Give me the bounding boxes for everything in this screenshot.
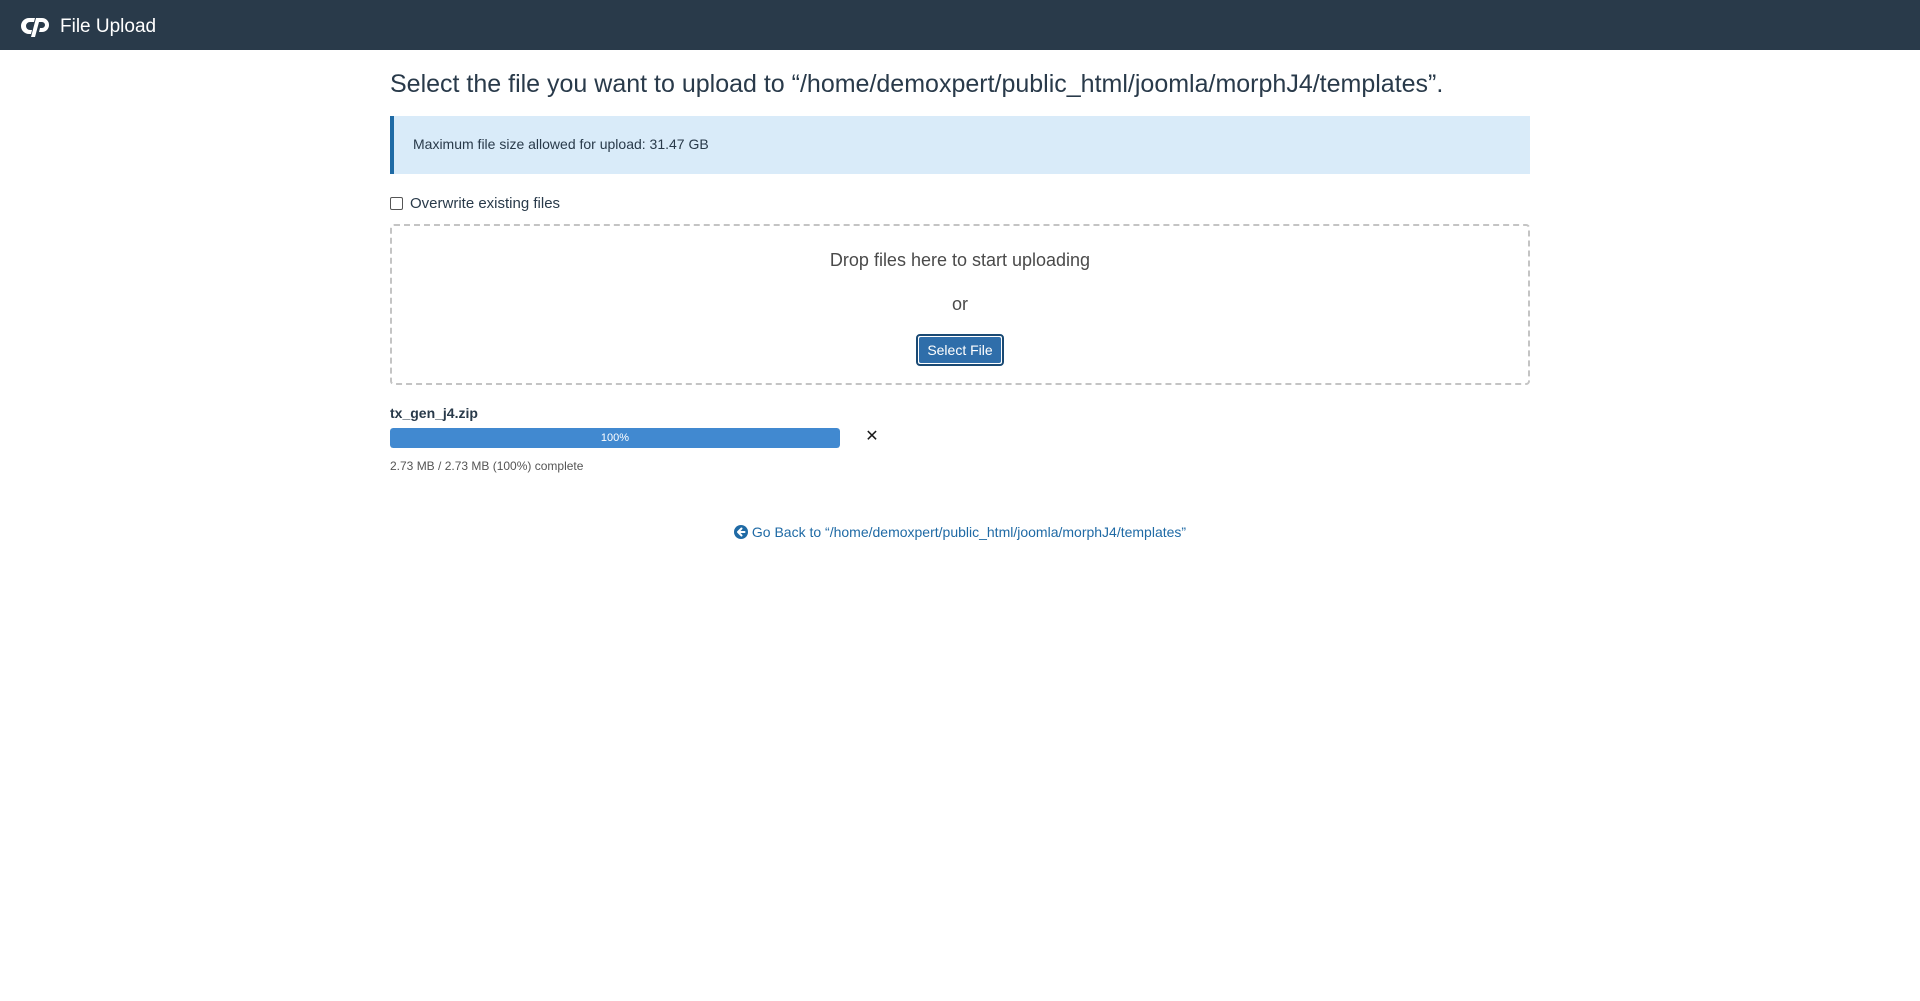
info-alert: Maximum file size allowed for upload: 31… xyxy=(390,116,1530,174)
drop-zone-or-text: or xyxy=(951,294,968,314)
select-file-button[interactable]: Select File xyxy=(916,334,1004,366)
app-title: File Upload xyxy=(60,16,157,37)
overwrite-checkbox[interactable] xyxy=(390,196,403,210)
upload-status-text: 2.73 MB / 2.73 MB (100%) complete xyxy=(390,459,584,473)
close-icon[interactable]: ✕ xyxy=(862,427,882,447)
page-title: Select the file you want to upload to “/… xyxy=(390,70,1444,98)
upload-progress-bar: 100% xyxy=(390,428,840,448)
select-file-button-label: Select File xyxy=(919,337,1001,363)
go-back-link-text: Go Back to “/home/demoxpert/public_html/… xyxy=(751,524,1187,540)
upload-progress-label: 100% xyxy=(600,432,630,444)
overwrite-option: Overwrite existing files xyxy=(390,193,560,213)
overwrite-label[interactable]: Overwrite existing files xyxy=(410,195,560,212)
file-drop-zone[interactable]: Drop files here to start uploading or Se… xyxy=(390,224,1530,385)
cpanel-logo-icon[interactable] xyxy=(20,15,51,37)
arrow-circle-left-icon xyxy=(733,525,748,539)
upload-file-name: tx_gen_j4.zip xyxy=(390,405,478,421)
go-back-link[interactable]: Go Back to “/home/demoxpert/public_html/… xyxy=(390,524,1530,540)
upload-progress-fill: 100% xyxy=(390,428,840,448)
top-bar: File Upload xyxy=(0,0,1920,50)
drop-zone-text: Drop files here to start uploading xyxy=(829,250,1091,270)
max-file-size-text: Maximum file size allowed for upload: 31… xyxy=(413,136,709,152)
